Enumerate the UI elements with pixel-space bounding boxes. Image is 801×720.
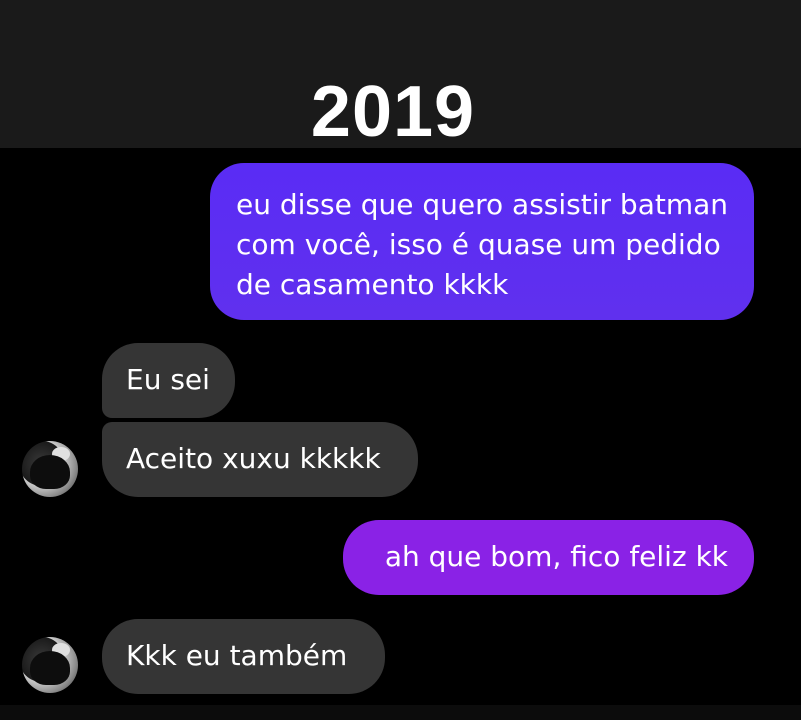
received-message-bubble[interactable]: Eu sei <box>102 343 235 418</box>
bottom-strip <box>0 705 801 720</box>
contact-avatar-icon[interactable] <box>22 441 78 497</box>
avatar-figure <box>30 455 70 489</box>
year-title: 2019 <box>310 72 476 152</box>
avatar-figure <box>30 651 70 685</box>
contact-avatar-icon[interactable] <box>22 637 78 693</box>
sent-message-bubble[interactable]: ah que bom, fico feliz kk <box>343 520 754 595</box>
sent-message-bubble[interactable]: eu disse que quero assistir batman com v… <box>210 163 754 320</box>
received-message-bubble[interactable]: Kkk eu também <box>102 619 385 694</box>
header-bar: 2019 <box>0 0 801 152</box>
received-message-bubble[interactable]: Aceito xuxu kkkkk <box>102 422 418 497</box>
